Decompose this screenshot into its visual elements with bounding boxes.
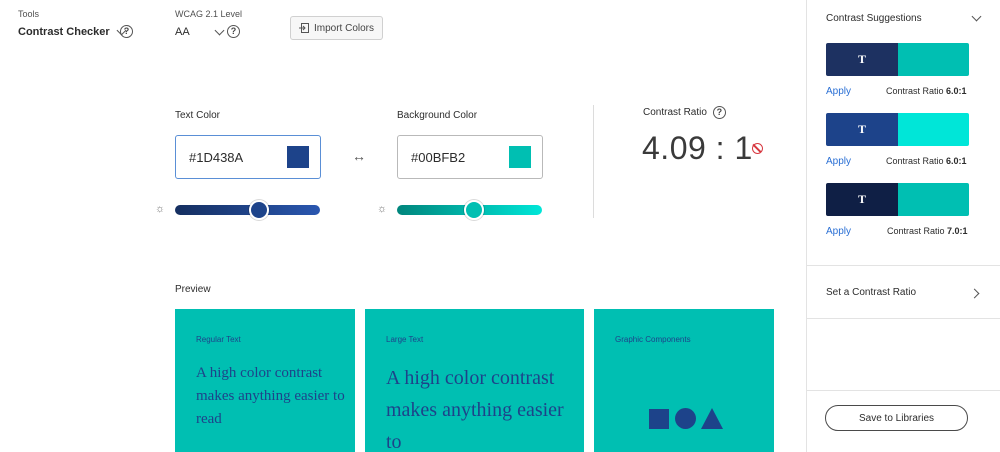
suggestion-ratio-value: 7.0:1 bbox=[947, 226, 968, 236]
background-color-field[interactable] bbox=[397, 135, 543, 179]
swap-colors-icon[interactable]: ↔ bbox=[352, 148, 366, 164]
apply-suggestion-link[interactable]: Apply bbox=[826, 226, 851, 237]
square-icon bbox=[649, 409, 669, 429]
suggestion-swatch[interactable]: T bbox=[826, 43, 969, 76]
apply-suggestion-link[interactable]: Apply bbox=[826, 156, 851, 167]
background-color-slider-thumb[interactable] bbox=[463, 200, 484, 220]
suggestion-ratio-value: 6.0:1 bbox=[946, 156, 967, 166]
contrast-ratio-header: Contrast Ratio ? bbox=[643, 106, 726, 119]
suggestion-background-sample bbox=[898, 183, 969, 216]
suggestion-background-sample bbox=[898, 43, 969, 76]
card-title: Large Text bbox=[386, 335, 424, 344]
save-to-libraries-label: Save to Libraries bbox=[858, 412, 935, 424]
suggestion-swatch[interactable]: T bbox=[826, 183, 969, 216]
tools-dropdown[interactable]: Contrast Checker bbox=[18, 25, 127, 38]
tools-label: Tools bbox=[18, 9, 40, 19]
fail-icon bbox=[752, 143, 763, 154]
wcag-label: WCAG 2.1 Level bbox=[175, 9, 243, 19]
import-colors-button[interactable]: Import Colors bbox=[290, 16, 383, 40]
preview-card-regular-text: Regular Text A high color contrast makes… bbox=[175, 309, 355, 452]
chevron-down-icon[interactable] bbox=[971, 11, 982, 22]
import-icon bbox=[298, 23, 309, 33]
suggestion-ratio: Contrast Ratio 7.0:1 bbox=[887, 226, 968, 236]
brightness-icon: ☼ bbox=[377, 203, 388, 215]
text-color-swatch[interactable] bbox=[287, 146, 309, 168]
suggestion-ratio-value: 6.0:1 bbox=[946, 86, 967, 96]
suggestions-panel: Contrast Suggestions T Apply Contrast Ra… bbox=[806, 0, 1000, 452]
set-contrast-ratio-row[interactable]: Set a Contrast Ratio bbox=[807, 266, 1000, 318]
suggestion-swatch[interactable]: T bbox=[826, 113, 969, 146]
preview-card-graphic-components: Graphic Components bbox=[594, 309, 774, 452]
text-color-input[interactable] bbox=[189, 149, 279, 165]
help-icon[interactable]: ? bbox=[227, 25, 240, 38]
panel-divider bbox=[807, 390, 1000, 391]
wcag-level-dropdown[interactable]: AA bbox=[175, 25, 225, 38]
text-color-label: Text Color bbox=[175, 110, 221, 121]
section-divider bbox=[593, 105, 594, 218]
help-icon[interactable]: ? bbox=[120, 25, 133, 38]
card-title: Graphic Components bbox=[615, 335, 691, 344]
text-color-slider-thumb[interactable] bbox=[249, 200, 270, 220]
suggestion-ratio-prefix: Contrast Ratio bbox=[887, 226, 948, 236]
contrast-ratio-label: Contrast Ratio bbox=[643, 107, 707, 118]
suggestion-ratio-prefix: Contrast Ratio bbox=[886, 86, 947, 96]
suggestion-text-sample: T bbox=[826, 113, 898, 146]
card-title: Regular Text bbox=[196, 335, 241, 344]
suggestion-ratio: Contrast Ratio 6.0:1 bbox=[886, 86, 967, 96]
contrast-ratio-value: 4.09 : 1 bbox=[642, 130, 753, 166]
preview-card-large-text: Large Text A high color contrast makes a… bbox=[365, 309, 584, 452]
circle-icon bbox=[675, 408, 696, 429]
contrast-suggestions-title: Contrast Suggestions bbox=[826, 13, 922, 24]
wcag-level-value: AA bbox=[175, 26, 190, 38]
panel-divider bbox=[807, 318, 1000, 319]
save-to-libraries-button[interactable]: Save to Libraries bbox=[825, 405, 968, 431]
text-color-field[interactable] bbox=[175, 135, 321, 179]
import-colors-label: Import Colors bbox=[313, 22, 374, 34]
suggestion-text-sample: T bbox=[826, 183, 898, 216]
suggestion-text-sample: T bbox=[826, 43, 898, 76]
text-color-brightness-slider[interactable] bbox=[175, 205, 320, 215]
chevron-right-icon bbox=[969, 288, 980, 299]
background-color-swatch[interactable] bbox=[509, 146, 531, 168]
set-contrast-ratio-label: Set a Contrast Ratio bbox=[826, 287, 917, 298]
large-text-sample: A high color contrast makes anything eas… bbox=[386, 367, 564, 452]
brightness-icon: ☼ bbox=[155, 203, 166, 215]
help-icon[interactable]: ? bbox=[712, 106, 726, 119]
triangle-icon bbox=[701, 408, 723, 429]
background-color-input[interactable] bbox=[411, 149, 501, 165]
suggestion-ratio-prefix: Contrast Ratio bbox=[886, 156, 947, 166]
regular-text-sample: A high color contrast makes anything eas… bbox=[196, 365, 345, 427]
apply-suggestion-link[interactable]: Apply bbox=[826, 86, 851, 97]
preview-label: Preview bbox=[175, 284, 211, 295]
suggestion-ratio: Contrast Ratio 6.0:1 bbox=[886, 156, 967, 166]
tools-value: Contrast Checker bbox=[18, 26, 110, 38]
suggestion-background-sample bbox=[898, 113, 969, 146]
chevron-down-icon bbox=[214, 25, 225, 35]
background-color-label: Background Color bbox=[397, 110, 478, 121]
